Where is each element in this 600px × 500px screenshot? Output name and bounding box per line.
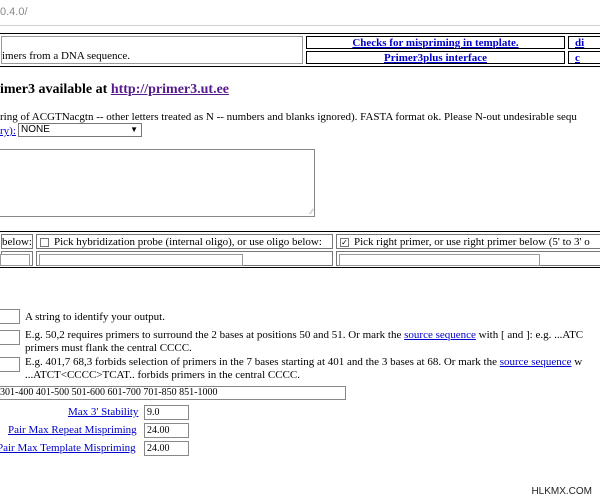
left-primer-header-cell: below: xyxy=(1,234,33,249)
right-primer-label: Pick right primer, or use right primer b… xyxy=(354,236,590,248)
header-link-cell-mispriming: Checks for mispriming in template. xyxy=(306,36,565,49)
pair-max-template-mispriming-value: 24.00 xyxy=(147,443,170,454)
header-right-cell-top: di xyxy=(568,36,600,49)
targets-desc-text-2: with [ and ]: e.g. ...ATC xyxy=(475,329,584,341)
right-bottom-link[interactable]: c xyxy=(575,52,580,64)
header-link-cell-primer3plus: Primer3plus interface xyxy=(306,51,565,64)
excluded-regions-value: 301-400 401-500 501-600 601-700 701-850 … xyxy=(0,387,218,398)
targets-input[interactable] xyxy=(0,330,20,345)
header-table: imers from a DNA sequence. Checks for mi… xyxy=(0,33,600,67)
header-description: imers from a DNA sequence. xyxy=(2,50,130,62)
targets-desc-text: E.g. 50,2 requires primers to surround t… xyxy=(25,329,405,341)
right-primer-checkbox[interactable]: ✓ xyxy=(340,238,349,247)
primer3-url-link[interactable]: http://primer3.ut.ee xyxy=(111,82,229,97)
hyb-probe-label: Pick hybridization probe (internal oligo… xyxy=(54,236,322,248)
primer3plus-link[interactable]: Primer3plus interface xyxy=(384,52,487,64)
mispriming-library-select[interactable]: NONE ▼ xyxy=(18,123,142,137)
right-primer-header-cell: ✓ Pick right primer, or use right primer… xyxy=(336,234,600,249)
excluded-source-link[interactable]: source sequence xyxy=(500,356,572,368)
targets-source-link[interactable]: source sequence xyxy=(404,329,476,341)
targets-description: E.g. 50,2 requires primers to surround t… xyxy=(25,329,583,355)
sequence-id-description: A string to identify your output. xyxy=(25,311,165,323)
targets-desc-line2: primers must flank the central CCCC. xyxy=(25,342,192,354)
excluded-desc-text-2: w xyxy=(571,356,583,368)
left-primer-input-cell xyxy=(0,251,33,266)
max-3-stability-link[interactable]: Max 3' Stability xyxy=(68,406,138,418)
watermark: HLKMX.COM xyxy=(531,486,592,497)
hyb-probe-checkbox[interactable] xyxy=(40,238,49,247)
left-primer-input[interactable] xyxy=(0,254,30,266)
resize-grip-icon[interactable]: ∕∕ xyxy=(310,207,313,216)
pair-max-repeat-mispriming-link[interactable]: Pair Max Repeat Mispriming xyxy=(8,424,137,436)
hyb-probe-input[interactable] xyxy=(39,254,243,266)
header-right-cell-bottom: c xyxy=(568,51,600,64)
hyb-probe-header-cell: Pick hybridization probe (internal oligo… xyxy=(36,234,333,249)
mispriming-link[interactable]: Checks for mispriming in template. xyxy=(352,37,518,49)
header-description-cell: imers from a DNA sequence. xyxy=(1,36,303,64)
excluded-regions-input[interactable]: 301-400 401-500 501-600 601-700 701-850 … xyxy=(0,386,346,400)
pair-max-repeat-mispriming-input[interactable]: 24.00 xyxy=(144,423,189,438)
sequence-instructions: ring of ACGTNacgtn -- other letters trea… xyxy=(0,111,577,123)
pair-max-template-mispriming-link[interactable]: Pair Max Template Mispriming xyxy=(0,442,136,454)
excluded-desc-line2: ...ATCT<CCCC>TCAT.. forbids primers in t… xyxy=(25,369,300,381)
pick-primers-table: below: Pick hybridization probe (interna… xyxy=(0,231,600,268)
mispriming-library-link[interactable]: ry): xyxy=(0,125,16,137)
hyb-probe-input-cell xyxy=(36,251,333,266)
chevron-down-icon: ▼ xyxy=(130,125,138,134)
excluded-desc-text: E.g. 401,7 68,3 forbids selection of pri… xyxy=(25,356,500,368)
excluded-input[interactable] xyxy=(0,357,20,372)
right-primer-input[interactable] xyxy=(339,254,540,266)
left-primer-label: below: xyxy=(2,236,32,248)
mispriming-selected-value: NONE xyxy=(21,124,50,135)
max-3-stability-input[interactable]: 9.0 xyxy=(144,405,189,420)
sequence-id-input[interactable] xyxy=(0,309,20,324)
heading-prefix: imer3 available at xyxy=(0,82,111,97)
right-primer-input-cell xyxy=(336,251,600,266)
address-bar[interactable]: 0.4.0/ xyxy=(0,0,600,26)
url-text: 0.4.0/ xyxy=(0,6,28,18)
pair-max-template-mispriming-input[interactable]: 24.00 xyxy=(144,441,189,456)
max-3-stability-value: 9.0 xyxy=(147,407,160,418)
right-top-link[interactable]: di xyxy=(575,37,584,49)
excluded-description: E.g. 401,7 68,3 forbids selection of pri… xyxy=(25,356,582,382)
sequence-textarea[interactable]: ∕∕ xyxy=(0,149,315,217)
availability-heading: imer3 available at http://primer3.ut.ee xyxy=(0,82,229,98)
pair-max-repeat-mispriming-value: 24.00 xyxy=(147,425,170,436)
